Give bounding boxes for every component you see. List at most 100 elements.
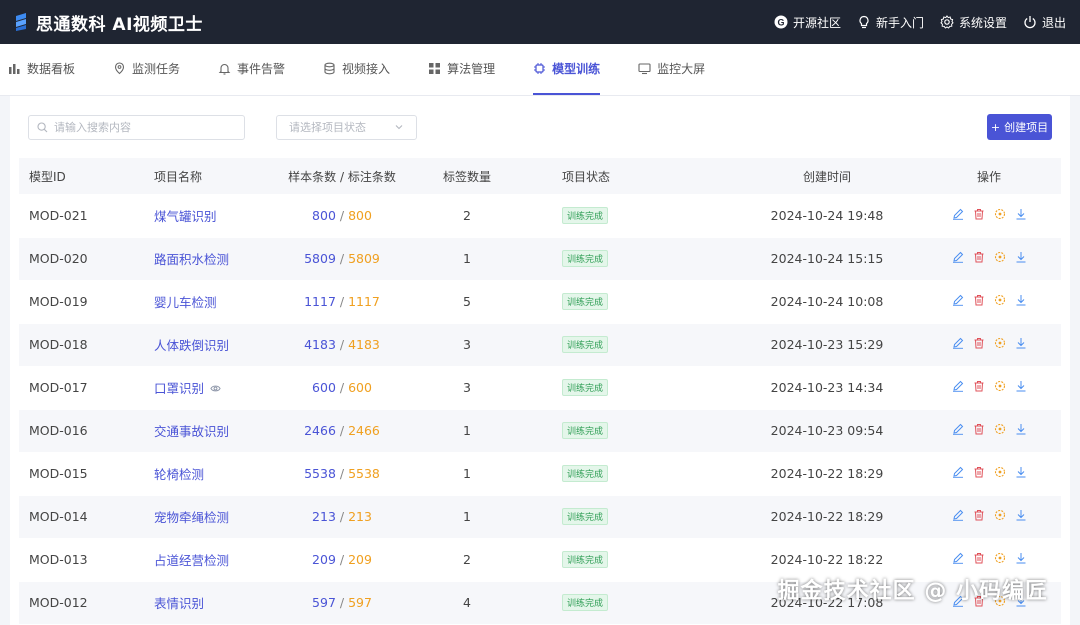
sample-count-cell: 1117 / 1117	[282, 280, 402, 324]
labeled-count: 800	[348, 207, 372, 223]
delete-icon[interactable]	[973, 208, 985, 220]
tab-label: 模型训练	[552, 62, 601, 76]
created-time: 2024-10-24 15:15	[737, 237, 917, 281]
sample-count-cell: 5538 / 5538	[282, 452, 402, 496]
sample-count: 1117	[304, 294, 336, 309]
edit-icon[interactable]	[952, 509, 964, 521]
project-name-link[interactable]: 婴儿车检测	[154, 295, 217, 310]
search-input[interactable]: 请输入搜索内容	[28, 114, 245, 140]
delete-icon[interactable]	[973, 552, 985, 564]
download-icon[interactable]	[1015, 509, 1027, 521]
delete-icon[interactable]	[973, 251, 985, 263]
chevron-down-icon	[395, 125, 403, 130]
separator: /	[335, 380, 349, 395]
delete-icon[interactable]	[973, 380, 985, 392]
project-name-link[interactable]: 路面积水检测	[154, 252, 229, 267]
actions-cell	[917, 452, 1061, 496]
project-name-cell: 交通事故识别	[154, 409, 282, 453]
logout-link[interactable]: 退出	[1023, 14, 1066, 31]
train-icon[interactable]	[994, 509, 1006, 521]
project-name-link[interactable]: 人体跌倒识别	[154, 338, 229, 353]
delete-icon[interactable]	[973, 423, 985, 435]
status-cell: 训练完成	[532, 452, 737, 496]
train-icon[interactable]	[994, 466, 1006, 478]
train-icon[interactable]	[994, 423, 1006, 435]
download-icon[interactable]	[1015, 423, 1027, 435]
delete-icon[interactable]	[973, 466, 985, 478]
logout-label: 退出	[1041, 15, 1066, 30]
project-name-link[interactable]: 口罩识别	[154, 381, 204, 396]
labeled-count: 4183	[348, 337, 380, 352]
edit-icon[interactable]	[952, 423, 964, 435]
project-name-link[interactable]: 表情识别	[154, 596, 204, 611]
header-created-time: 创建时间	[737, 158, 917, 194]
row-actions	[952, 337, 1027, 349]
train-icon[interactable]	[994, 294, 1006, 306]
train-icon[interactable]	[994, 208, 1006, 220]
status-badge: 训练完成	[562, 465, 609, 482]
sample-count: 600	[312, 380, 336, 395]
delete-icon[interactable]	[973, 337, 985, 349]
status-badge: 训练完成	[562, 422, 609, 439]
create-project-button[interactable]: + 创建项目	[987, 114, 1052, 140]
status-cell: 训练完成	[532, 495, 737, 539]
train-icon[interactable]	[994, 251, 1006, 263]
tab-dashboard[interactable]: 数据看板	[8, 43, 75, 95]
getting-started-link[interactable]: 新手入门	[857, 14, 924, 31]
project-name-link[interactable]: 轮椅检测	[154, 467, 204, 482]
edit-icon[interactable]	[952, 337, 964, 349]
model-id: MOD-015	[19, 452, 154, 496]
download-icon[interactable]	[1015, 294, 1027, 306]
project-name-cell: 宠物牵绳检测	[154, 495, 282, 539]
tab-model-training[interactable]: 模型训练	[533, 43, 601, 95]
delete-icon[interactable]	[973, 294, 985, 306]
download-icon[interactable]	[1015, 552, 1027, 564]
download-icon[interactable]	[1015, 251, 1027, 263]
download-icon[interactable]	[1015, 208, 1027, 220]
edit-icon[interactable]	[952, 294, 964, 306]
delete-icon[interactable]	[973, 509, 985, 521]
train-icon[interactable]	[994, 552, 1006, 564]
brand[interactable]: 思通数科 AI视频卫士	[14, 10, 203, 35]
tab-monitor-screen[interactable]: 监控大屏	[638, 43, 705, 95]
project-name-link[interactable]: 煤气罐识别	[154, 209, 217, 224]
edit-icon[interactable]	[952, 552, 964, 564]
header-project-name: 项目名称	[154, 158, 282, 194]
open-source-link[interactable]: G 开源社区	[774, 14, 841, 31]
eye-icon[interactable]	[210, 383, 221, 394]
table-row: MOD-021 煤气罐识别 800 / 800 2 训练完成 2024-10-2…	[19, 194, 1061, 238]
tab-algorithm-mgmt[interactable]: 算法管理	[428, 43, 495, 95]
filter-toolbar: 请输入搜索内容 请选择项目状态 + 创建项目	[10, 96, 1070, 158]
train-icon[interactable]	[994, 337, 1006, 349]
tab-event-alerts[interactable]: 事件告警	[218, 43, 285, 95]
project-name-link[interactable]: 交通事故识别	[154, 424, 229, 439]
main-nav: 数据看板 监测任务 事件告警 视频接入 算法管理 模型训练 监控大屏	[0, 44, 1080, 96]
tab-video-access[interactable]: 视频接入	[323, 43, 390, 95]
status-select[interactable]: 请选择项目状态	[276, 114, 417, 140]
status-badge: 训练完成	[562, 293, 609, 310]
tag-count: 2	[402, 194, 532, 238]
tab-label: 监控大屏	[657, 62, 706, 76]
search-icon	[37, 121, 48, 132]
settings-link[interactable]: 系统设置	[940, 14, 1007, 31]
watermark: 掘金技术社区 @ 小码编匠	[777, 579, 1048, 604]
model-list-panel: 请输入搜索内容 请选择项目状态 + 创建项目 模型ID 项目名称 样本条数 / …	[10, 96, 1070, 625]
download-icon[interactable]	[1015, 337, 1027, 349]
train-icon[interactable]	[994, 380, 1006, 392]
top-header: 思通数科 AI视频卫士 G 开源社区 新手入门 系统设置 退出	[0, 0, 1080, 44]
row-actions	[952, 251, 1027, 263]
project-name-link[interactable]: 宠物牵绳检测	[154, 510, 229, 525]
edit-icon[interactable]	[952, 380, 964, 392]
download-icon[interactable]	[1015, 466, 1027, 478]
created-time: 2024-10-24 10:08	[737, 280, 917, 324]
created-time: 2024-10-23 14:34	[737, 366, 917, 410]
edit-icon[interactable]	[952, 466, 964, 478]
logo-icon	[16, 13, 26, 31]
bell-icon	[218, 63, 231, 75]
project-name-link[interactable]: 占道经营检测	[154, 553, 229, 568]
edit-icon[interactable]	[952, 208, 964, 220]
tab-monitor-tasks[interactable]: 监测任务	[113, 43, 180, 95]
download-icon[interactable]	[1015, 380, 1027, 392]
edit-icon[interactable]	[952, 251, 964, 263]
getting-started-label: 新手入门	[875, 15, 924, 30]
